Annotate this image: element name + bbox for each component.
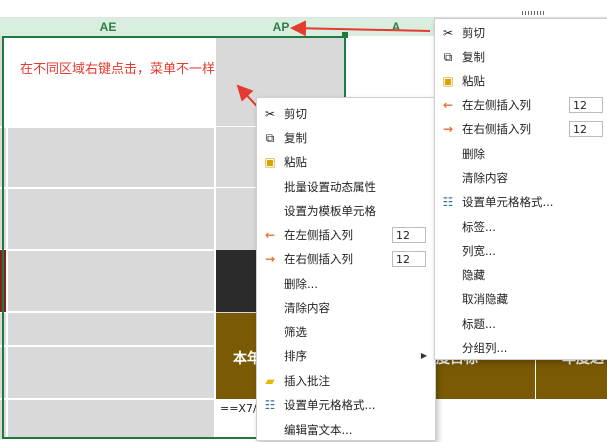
menu-item-label: 剪切: [462, 26, 485, 40]
menu-item-delete[interactable]: 删除: [435, 142, 607, 166]
column-header-context-menu: ✂ 剪切 ⧉ 复制 ▣ 粘贴 ← 在左侧插入列 12 → 在右侧插入列 12 删除 清除内容 …: [434, 18, 607, 360]
menu-item-label: 排序: [284, 349, 307, 363]
menu-item-label: 筛选: [284, 325, 307, 339]
menu-item-insert-left[interactable]: ← 在左侧插入列 12: [435, 93, 607, 117]
menu-item-insert-note[interactable]: ▰ 插入批注: [257, 369, 435, 393]
menu-item-label: 在右侧插入列: [284, 252, 353, 266]
menu-item-cut[interactable]: ✂ 剪切: [435, 21, 607, 45]
scissors-icon: ✂: [442, 26, 454, 40]
menu-item-column-width[interactable]: 列宽...: [435, 239, 607, 263]
menu-item-label: 分组列...: [462, 341, 508, 355]
menu-item-label: 粘贴: [462, 74, 485, 88]
menu-item-label: 在左侧插入列: [284, 228, 353, 242]
format-cells-icon: ☷: [264, 398, 276, 412]
menu-item-paste[interactable]: ▣ 粘贴: [257, 150, 435, 174]
menu-item-label: 插入批注: [284, 374, 330, 388]
copy-icon: ⧉: [265, 131, 275, 145]
menu-item-insert-right[interactable]: → 在右侧插入列 12: [435, 117, 607, 141]
menu-item-label: 标题...: [462, 317, 496, 331]
format-cells-icon: ☷: [442, 195, 454, 209]
menu-item-label: 清除内容: [284, 301, 330, 315]
menu-item-filter[interactable]: 筛选: [257, 320, 435, 344]
menu-item-label: 在右侧插入列: [462, 122, 531, 136]
menu-item-label: 删除...: [284, 277, 318, 291]
menu-item-clear[interactable]: 清除内容: [435, 166, 607, 190]
insert-left-count[interactable]: 12: [392, 227, 426, 243]
menu-item-label: 设置单元格格式...: [462, 195, 554, 209]
menu-item-group-columns[interactable]: 分组列...: [435, 336, 607, 360]
menu-item-batch-dynamic[interactable]: 批量设置动态属性: [257, 175, 435, 199]
menu-item-label: 复制: [284, 131, 307, 145]
menu-item-set-template[interactable]: 设置为模板单元格: [257, 199, 435, 223]
arrow-left-icon: ←: [264, 228, 276, 242]
menu-item-sort[interactable]: 排序 ▶: [257, 344, 435, 368]
menu-item-label: 粘贴: [284, 155, 307, 169]
menu-item-edit-richtext[interactable]: 编辑富文本...: [257, 418, 435, 442]
menu-item-label: 列宽...: [462, 244, 496, 258]
menu-item-label: 取消隐藏: [462, 292, 508, 306]
insert-left-count[interactable]: 12: [569, 97, 603, 113]
menu-item-copy[interactable]: ⧉ 复制: [435, 45, 607, 69]
menu-item-unhide[interactable]: 取消隐藏: [435, 287, 607, 311]
menu-item-label: 删除: [462, 147, 485, 161]
menu-item-label-edit[interactable]: 标签...: [435, 215, 607, 239]
menu-item-label: 设置单元格格式...: [284, 398, 376, 412]
menu-item-label: 隐藏: [462, 268, 485, 282]
menu-item-label: 复制: [462, 50, 485, 64]
arrow-right-icon: →: [442, 122, 454, 136]
menu-item-format-cells[interactable]: ☷ 设置单元格格式...: [435, 190, 607, 214]
arrow-to-ap-header: [290, 20, 431, 37]
menu-item-format-cells[interactable]: ☷ 设置单元格格式...: [257, 393, 435, 417]
copy-icon: ⧉: [443, 50, 453, 64]
menu-item-label: 设置为模板单元格: [284, 204, 376, 218]
menu-item-title[interactable]: 标题...: [435, 312, 607, 336]
menu-item-copy[interactable]: ⧉ 复制: [257, 126, 435, 150]
menu-item-label: 剪切: [284, 107, 307, 121]
menu-item-cut[interactable]: ✂ 剪切: [257, 102, 435, 126]
arrow-right-icon: →: [264, 252, 276, 266]
menu-item-label: 标签...: [462, 220, 496, 234]
menu-item-label: 清除内容: [462, 171, 508, 185]
note-icon: ▰: [265, 374, 275, 388]
paste-icon: ▣: [264, 155, 276, 169]
menu-item-insert-right[interactable]: → 在右侧插入列 12: [257, 247, 435, 271]
arrow-left-icon: ←: [442, 98, 454, 112]
menu-item-hide[interactable]: 隐藏: [435, 263, 607, 287]
cell-context-menu: ✂ 剪切 ⧉ 复制 ▣ 粘贴 批量设置动态属性 设置为模板单元格 ← 在左侧插入列 12 …: [256, 97, 436, 441]
menu-item-label: 编辑富文本...: [284, 423, 353, 437]
menu-item-clear[interactable]: 清除内容: [257, 296, 435, 320]
insert-right-count[interactable]: 12: [569, 121, 603, 137]
submenu-arrow-icon: ▶: [420, 351, 427, 360]
scissors-icon: ✂: [264, 107, 276, 121]
menu-item-label: 在左侧插入列: [462, 98, 531, 112]
menu-item-delete[interactable]: 删除...: [257, 272, 435, 296]
menu-item-label: 批量设置动态属性: [284, 180, 376, 194]
menu-item-paste[interactable]: ▣ 粘贴: [435, 69, 607, 93]
insert-right-count[interactable]: 12: [392, 251, 426, 267]
paste-icon: ▣: [442, 74, 454, 88]
menu-item-insert-left[interactable]: ← 在左侧插入列 12: [257, 223, 435, 247]
